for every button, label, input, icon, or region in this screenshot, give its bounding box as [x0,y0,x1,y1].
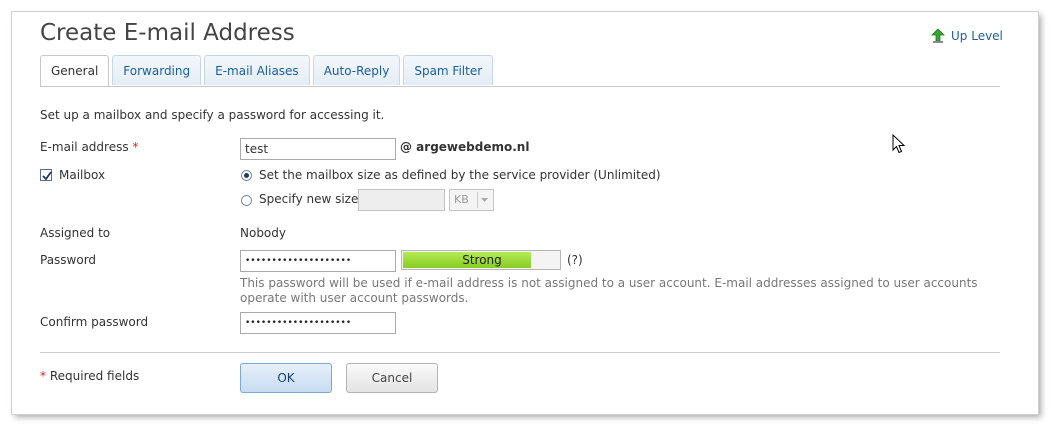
email-field[interactable]: test [240,138,396,160]
confirm-password-field[interactable]: •••••••••••••••••••• [240,312,396,334]
password-label: Password [40,253,97,267]
confirm-password-label: Confirm password [40,315,149,329]
intro-text: Set up a mailbox and specify a password … [40,108,385,122]
tab-spam-filter[interactable]: Spam Filter [403,55,494,85]
strength-label: Strong [462,253,502,267]
strength-help-link[interactable]: (?) [567,253,583,267]
mailbox-checkbox[interactable] [40,169,52,181]
up-arrow-icon [930,28,946,44]
password-strength-meter: Strong [401,250,561,270]
required-note-marker: * [40,369,46,383]
ok-button[interactable]: OK [240,363,332,393]
page-title: Create E-mail Address [40,20,295,46]
size-default-radio[interactable] [241,170,252,181]
password-hint: This password will be used if e-mail add… [240,276,978,305]
required-note-text: Required fields [49,369,140,383]
up-level-link[interactable]: Up Level [930,28,1003,44]
tab-auto-reply[interactable]: Auto-Reply [312,55,401,85]
assigned-label: Assigned to [40,226,111,240]
mouse-cursor-icon [892,133,906,157]
size-unit-value: KB [454,193,469,206]
chevron-down-icon [477,192,491,208]
radio-selected-dot [244,173,249,178]
domain-label: @ argewebdemo.nl [400,140,530,154]
footer-divider [40,352,1000,353]
password-field[interactable]: •••••••••••••••••••• [240,250,396,272]
required-marker: * [132,140,139,154]
tab-email-aliases[interactable]: E-mail Aliases [204,55,310,85]
up-level-label: Up Level [951,29,1003,43]
tab-forwarding[interactable]: Forwarding [112,55,202,85]
size-unit-select[interactable]: KB [449,189,494,211]
email-label-text: E-mail address [40,140,129,154]
size-custom-radio[interactable] [241,195,252,206]
size-custom-label: Specify new size [259,192,359,206]
cancel-button[interactable]: Cancel [346,363,438,393]
email-label: E-mail address * [40,140,138,154]
tab-bar: General Forwarding E-mail Aliases Auto-R… [40,55,494,87]
tab-divider [40,86,1000,87]
size-default-label: Set the mailbox size as defined by the s… [259,168,661,182]
required-note: * Required fields [40,369,139,383]
checkmark-icon [42,171,52,181]
size-input[interactable] [358,189,445,211]
mailbox-label: Mailbox [59,168,106,182]
tab-general[interactable]: General [40,55,110,87]
assigned-value: Nobody [240,226,286,240]
